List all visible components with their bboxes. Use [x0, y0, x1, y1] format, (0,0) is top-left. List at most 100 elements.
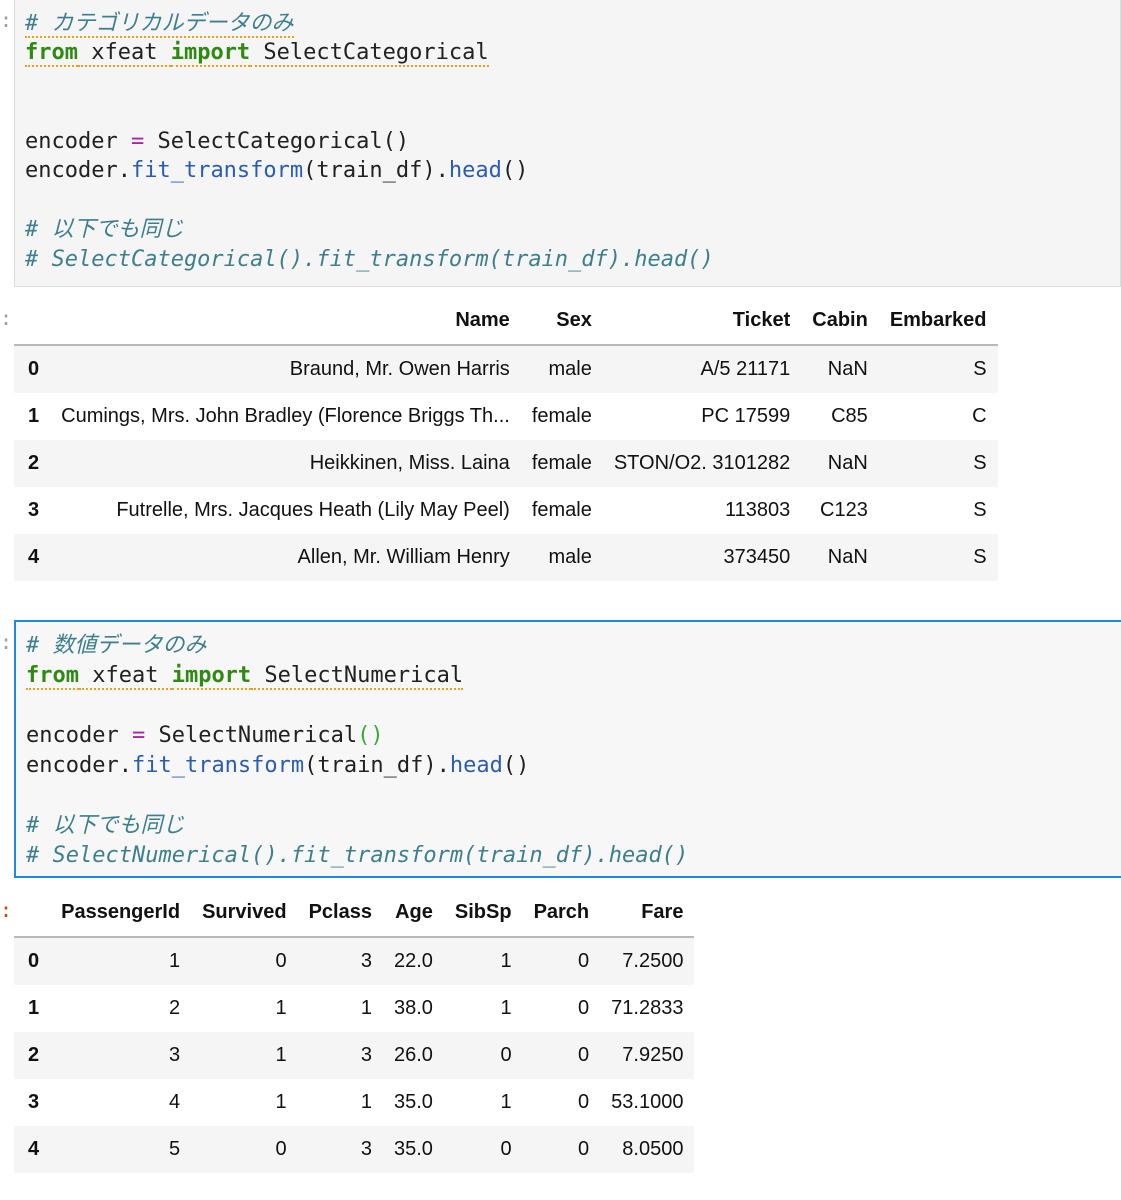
code-token: fit_transform [130, 158, 304, 183]
code-line[interactable]: from xfeat import SelectCategorical [25, 38, 489, 68]
table-cell: 0 [275, 1138, 287, 1160]
code-token: SelectCategorical() [144, 129, 410, 154]
code-cell-select-categorical[interactable]: # カテゴリカルデータのみ from xfeat import SelectCat… [14, 0, 1121, 287]
code-token: (train_df). [304, 753, 450, 778]
column-header: PassengerId [50, 888, 192, 938]
code-line[interactable]: # SelectNumerical().fit_transform(train_… [26, 841, 688, 871]
table-cell: 3 [360, 1138, 372, 1160]
code-cell-select-numerical[interactable]: # 数値データのみ from xfeat import SelectNumeric… [14, 620, 1121, 878]
code-line[interactable]: encoder = SelectCategorical() [25, 127, 409, 157]
code-line[interactable]: # 数値データのみ [26, 631, 207, 661]
code-token: encoder [25, 129, 131, 154]
row-index: 1 [28, 405, 40, 427]
table-header-row: PassengerId Survived Pclass Age SibSp Parch Fa… [14, 888, 695, 938]
table-cell: 35.0 [393, 1091, 433, 1113]
code-line[interactable]: encoder.fit_transform(train_df).head() [25, 156, 528, 186]
code-token: () [502, 753, 530, 778]
table-cell: NaN [827, 452, 868, 474]
table-cell: 1 [275, 1044, 287, 1066]
table-row: 0 Braund, Mr. Owen Harris male A/5 21171 NaN… [14, 345, 998, 393]
column-header: Name [50, 296, 521, 346]
code-token: () [357, 723, 384, 748]
table-cell: 22.0 [393, 950, 433, 972]
code-line[interactable]: # 以下でも同じ [26, 811, 185, 841]
code-token: import [170, 40, 251, 67]
table-cell: 2 [168, 997, 181, 1019]
table-header-row: Name Sex Ticket Cabin Embarked [14, 296, 998, 346]
code-token: # 以下でも同じ [25, 217, 184, 242]
code-token: import [171, 663, 252, 690]
code-token: # SelectCategorical().fit_transform(trai… [25, 247, 714, 272]
input-prompt-marker: : [0, 630, 13, 654]
table-cell: C [972, 405, 987, 427]
table-row: 2 Heikkinen, Miss. Laina female STON/O2. 31… [14, 440, 998, 487]
code-token: xfeat [77, 40, 171, 67]
row-index: 4 [28, 546, 40, 568]
table-cell: 0 [500, 1138, 512, 1160]
table-cell: C123 [820, 499, 868, 521]
table-cell: 1 [500, 950, 512, 972]
index-header [14, 888, 51, 938]
table-row: 1 2 1 1 38.0 1 0 71.2833 [14, 985, 695, 1032]
row-index: 0 [28, 950, 40, 972]
table-cell: female [531, 405, 592, 427]
table-cell: Heikkinen, Miss. Laina [309, 452, 510, 474]
code-token: head [448, 158, 502, 183]
code-line[interactable]: encoder.fit_transform(train_df).head() [26, 751, 529, 781]
code-line[interactable]: from xfeat import SelectNumerical [26, 661, 464, 691]
code-line[interactable]: encoder = SelectNumerical() [26, 721, 384, 751]
code-token: (train_df). [303, 158, 449, 183]
code-token: = [131, 723, 146, 748]
code-token: from [25, 40, 78, 67]
table-cell: male [548, 546, 592, 568]
table-cell: 0 [500, 1044, 512, 1066]
column-header: Age [382, 888, 444, 938]
table-cell: S [973, 358, 987, 380]
table-cell: 5 [168, 1138, 181, 1160]
table-cell: 0 [578, 1091, 590, 1113]
table-row: 0 1 0 3 22.0 1 0 7.2500 [14, 937, 695, 985]
table-cell: 3 [360, 1044, 372, 1066]
table-cell: 1 [275, 1091, 287, 1113]
code-line[interactable]: # カテゴリカルデータのみ [25, 9, 294, 39]
row-index: 0 [28, 358, 40, 380]
code-line[interactable]: # SelectCategorical().fit_transform(trai… [25, 245, 714, 275]
row-index: 4 [28, 1138, 40, 1160]
code-token: encoder [26, 723, 132, 748]
column-header: Pclass [297, 888, 383, 938]
table-cell: NaN [827, 358, 868, 380]
code-token: SelectNumerical [251, 663, 464, 690]
table-cell: 0 [578, 997, 590, 1019]
table-cell: 3 [168, 1044, 181, 1066]
table-row: 2 3 1 3 26.0 0 0 7.9250 [14, 1032, 695, 1079]
table-cell: 0 [578, 1138, 590, 1160]
table-cell: 7.9250 [622, 1044, 684, 1066]
code-token: SelectCategorical [250, 40, 489, 67]
column-header: SibSp [443, 888, 523, 938]
table-cell: 8.0500 [622, 1138, 684, 1160]
output-prompt-marker: : [0, 898, 13, 922]
table-cell: 0 [578, 1044, 590, 1066]
code-token: head [449, 753, 503, 778]
table-cell: Allen, Mr. William Henry [297, 546, 510, 568]
table-cell: 373450 [723, 546, 791, 568]
code-token: # カテゴリカルデータのみ [25, 11, 294, 38]
code-token: # SelectNumerical().fit_transform(train_… [26, 843, 689, 868]
row-index: 3 [28, 499, 40, 521]
table-cell: 1 [168, 950, 181, 972]
code-token: encoder. [26, 753, 132, 778]
column-header: Fare [600, 888, 695, 938]
table-cell: S [973, 499, 987, 521]
code-token: # 数値データのみ [26, 633, 207, 658]
row-index: 1 [28, 997, 40, 1019]
table-cell: STON/O2. 3101282 [613, 452, 791, 474]
table-cell: 7.2500 [622, 950, 684, 972]
code-line[interactable]: # 以下でも同じ [25, 215, 184, 245]
table-cell: female [531, 452, 592, 474]
input-prompt-marker: : [0, 8, 13, 32]
code-token: xfeat [78, 663, 172, 690]
dataframe-output-numerical: PassengerId Survived Pclass Age SibSp Parch Fa… [14, 888, 695, 1173]
index-header [14, 296, 51, 346]
code-token: = [130, 129, 145, 154]
table-cell: 4 [168, 1091, 181, 1113]
